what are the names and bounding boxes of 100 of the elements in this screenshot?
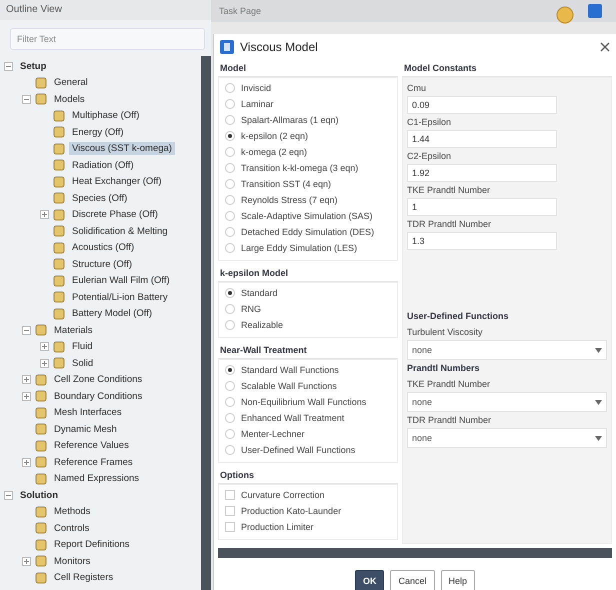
tree-item[interactable]: Report Definitions: [51, 538, 133, 552]
node-icon: [53, 126, 65, 138]
close-button[interactable]: [600, 42, 610, 52]
dropdown[interactable]: none: [407, 340, 607, 360]
radio-button[interactable]: [225, 99, 235, 109]
expand-toggle[interactable]: [22, 458, 31, 467]
tree-item[interactable]: Acoustics (Off): [69, 241, 138, 254]
tree-item[interactable]: Energy (Off): [69, 126, 127, 139]
collapse-toggle[interactable]: [22, 326, 31, 335]
radio-button[interactable]: [225, 320, 235, 330]
radio-button[interactable]: [225, 381, 235, 391]
dropdown[interactable]: none: [407, 392, 607, 412]
option-label: k-epsilon (2 eqn): [241, 131, 308, 141]
radio-button[interactable]: [225, 83, 235, 93]
tree-item[interactable]: Mesh Interfaces: [51, 406, 125, 420]
tree-item[interactable]: Reference Values: [51, 439, 132, 452]
radio-button[interactable]: [225, 288, 235, 298]
option-label: Production Limiter: [241, 522, 314, 532]
tree-item[interactable]: Solidification & Melting: [69, 224, 171, 238]
tree-item[interactable]: Solution: [17, 488, 61, 502]
radio-button[interactable]: [225, 227, 235, 237]
filter-field[interactable]: Filter Text: [10, 28, 205, 50]
scrollbar[interactable]: [218, 548, 612, 558]
input-field[interactable]: 1.44: [407, 130, 557, 148]
node-icon: [35, 506, 47, 518]
radio-button[interactable]: [225, 429, 235, 439]
tree-item[interactable]: Viscous (SST k-omega): [69, 142, 175, 156]
collapse-toggle[interactable]: [4, 490, 13, 500]
expand-toggle[interactable]: [22, 556, 31, 566]
tree-item[interactable]: General: [51, 76, 91, 90]
radio-button[interactable]: [225, 243, 235, 253]
tree-item[interactable]: Species (Off): [69, 192, 130, 205]
input-field[interactable]: 0.09: [407, 96, 557, 114]
radio-button[interactable]: [225, 211, 235, 221]
option-label: Non-Equilibrium Wall Functions: [241, 397, 366, 407]
radio-button[interactable]: [225, 131, 235, 141]
radio-button[interactable]: [225, 147, 235, 157]
tree-item[interactable]: Discrete Phase (Off): [69, 208, 161, 222]
expand-toggle[interactable]: [40, 342, 49, 352]
node-icon: [53, 225, 65, 238]
radio-button[interactable]: [225, 397, 235, 407]
tree-item[interactable]: Setup: [17, 60, 50, 73]
tree-item[interactable]: Monitors: [51, 554, 94, 568]
radio-button[interactable]: [225, 195, 235, 205]
checkbox[interactable]: [225, 506, 235, 516]
tree-item[interactable]: Cell Registers: [51, 571, 116, 584]
square-icon[interactable]: [588, 4, 602, 18]
expand-toggle[interactable]: [40, 358, 49, 368]
tree-item[interactable]: Heat Exchanger (Off): [69, 175, 165, 188]
tree-item[interactable]: Controls: [51, 522, 92, 535]
scrollbar[interactable]: [201, 56, 211, 590]
tree-item[interactable]: Fluid: [69, 340, 96, 354]
expand-toggle[interactable]: [40, 210, 49, 220]
radio-button[interactable]: [225, 115, 235, 125]
tree-item[interactable]: Cell Zone Conditions: [51, 373, 146, 386]
section-title: User-Defined Functions: [407, 310, 510, 323]
collapse-toggle[interactable]: [4, 62, 13, 71]
circle-icon[interactable]: [556, 6, 574, 24]
expand-toggle[interactable]: [22, 392, 31, 401]
radio-button[interactable]: [225, 445, 235, 455]
dropdown[interactable]: none: [407, 428, 607, 448]
tree-item[interactable]: Eulerian Wall Film (Off): [69, 274, 173, 288]
tree-item[interactable]: Battery Model (Off): [69, 307, 156, 320]
input-field[interactable]: 1.92: [407, 164, 557, 182]
input-field[interactable]: 1: [407, 198, 557, 216]
expand-toggle[interactable]: [22, 375, 31, 384]
tree-item[interactable]: Radiation (Off): [69, 158, 137, 172]
tree-item[interactable]: Solid: [69, 356, 96, 370]
dialog-button[interactable]: Help: [440, 570, 476, 590]
node-icon: [53, 291, 65, 304]
radio-button[interactable]: [225, 365, 235, 375]
radio-button[interactable]: [225, 413, 235, 423]
tree-item[interactable]: Reference Frames: [51, 456, 136, 469]
option-label: Reynolds Stress (7 eqn): [241, 195, 338, 205]
tree-item[interactable]: Materials: [51, 324, 96, 337]
radio-button[interactable]: [225, 179, 235, 189]
input-field[interactable]: 1.3: [407, 232, 557, 250]
node-icon: [53, 258, 65, 270]
task-page-title: Task Page: [219, 6, 262, 16]
tree-item[interactable]: Boundary Conditions: [51, 390, 146, 403]
option-label: RNG: [241, 304, 261, 314]
section-title: Model: [218, 60, 398, 77]
tree-item[interactable]: Structure (Off): [69, 258, 136, 271]
tree-item[interactable]: Methods: [51, 505, 94, 518]
dialog-button[interactable]: OK: [354, 570, 384, 590]
checkbox[interactable]: [225, 490, 235, 500]
tree-item[interactable]: Multiphase (Off): [69, 109, 142, 122]
tree-item[interactable]: Named Expressions: [51, 472, 142, 486]
radio-button[interactable]: [225, 163, 235, 173]
field-label: C1-Epsilon: [407, 116, 452, 129]
collapse-toggle[interactable]: [22, 94, 31, 104]
tree-item[interactable]: Potential/Li-ion Battery: [69, 290, 171, 304]
checkbox[interactable]: [225, 522, 235, 532]
dialog-button[interactable]: Cancel: [390, 570, 434, 590]
tree-item[interactable]: Dynamic Mesh: [51, 422, 120, 436]
option-label: Inviscid: [241, 83, 272, 93]
radio-button[interactable]: [225, 304, 235, 314]
tree-item[interactable]: Models: [51, 92, 88, 106]
node-icon: [35, 76, 47, 89]
field-label: Cmu: [407, 82, 428, 95]
